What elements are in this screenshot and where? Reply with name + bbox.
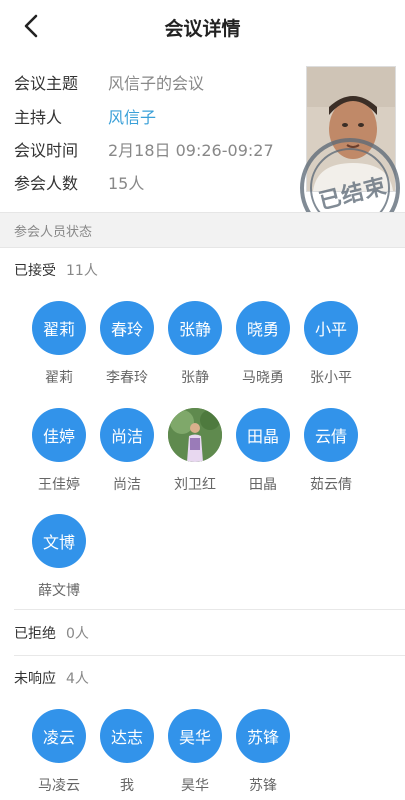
accepted-header: 已接受 11人 <box>14 260 98 280</box>
attendee[interactable]: 田晶 田晶 <box>229 408 297 494</box>
attendee-avatar: 佳婷 <box>32 408 86 462</box>
host-label: 主持人 <box>14 108 63 127</box>
attendee-name: 张小平 <box>310 370 352 386</box>
attendee-photo-avatar <box>168 408 222 462</box>
attendee-name: 茹云倩 <box>310 477 352 493</box>
time-row: 会议时间 2月18日 09:26-09:27 <box>14 137 274 161</box>
attendee-avatar: 田晶 <box>236 408 290 462</box>
rejected-count: 0人 <box>66 626 89 642</box>
attendee-avatar: 春玲 <box>100 301 154 355</box>
attendee[interactable]: 凌云 马凌云 <box>25 709 93 795</box>
section-title: 参会人员状态 <box>14 225 93 240</box>
attendee-status-header: 参会人员状态 <box>0 212 405 248</box>
attendee-avatar: 张静 <box>168 301 222 355</box>
pending-header: 未响应 4人 <box>14 668 89 688</box>
rejected-label: 已拒绝 <box>14 626 56 642</box>
attendee[interactable]: 刘卫红 <box>161 408 229 494</box>
attendee-avatar: 云倩 <box>304 408 358 462</box>
rejected-header: 已拒绝 0人 <box>14 623 89 643</box>
attendee-avatar: 尚洁 <box>100 408 154 462</box>
attendee[interactable]: 翟莉 翟莉 <box>25 301 93 387</box>
person-photo-icon <box>168 408 222 462</box>
attendee-name: 刘卫红 <box>174 477 216 493</box>
time-label: 会议时间 <box>14 141 79 160</box>
top-bar: 会议详情 <box>0 0 405 53</box>
attendee-name: 马凌云 <box>38 778 80 794</box>
attendee-avatar: 达志 <box>100 709 154 763</box>
attendee-name: 马晓勇 <box>242 370 284 386</box>
attendee-avatar: 昊华 <box>168 709 222 763</box>
attendee-name: 王佳婷 <box>38 477 80 493</box>
attendee-name: 李春玲 <box>106 370 148 386</box>
attendee[interactable]: 佳婷 王佳婷 <box>25 408 93 494</box>
divider <box>14 609 405 610</box>
attendee-avatar: 苏锋 <box>236 709 290 763</box>
attendee-avatar: 翟莉 <box>32 301 86 355</box>
attendee[interactable]: 春玲 李春玲 <box>93 301 161 387</box>
host-link[interactable]: 风信子 <box>108 104 156 128</box>
accepted-count: 11人 <box>66 263 98 279</box>
attendee[interactable]: 张静 张静 <box>161 301 229 387</box>
count-label: 参会人数 <box>14 174 79 193</box>
attendee-name: 我 <box>120 778 134 794</box>
attendee-name: 田晶 <box>249 477 277 493</box>
page-title: 会议详情 <box>164 18 241 40</box>
attendee-avatar: 凌云 <box>32 709 86 763</box>
topic-row: 会议主题 风信子的会议 <box>14 70 204 94</box>
attendee-name: 苏锋 <box>249 778 277 794</box>
pending-label: 未响应 <box>14 671 56 687</box>
attendee-name: 张静 <box>181 370 209 386</box>
host-row: 主持人 风信子 <box>14 104 156 128</box>
count-row: 参会人数 15人 <box>14 170 144 194</box>
pending-count: 4人 <box>66 671 89 687</box>
attendee[interactable]: 文博 薛文博 <box>25 514 93 600</box>
divider <box>14 655 405 656</box>
count-value: 15人 <box>108 174 145 193</box>
attendee-avatar: 小平 <box>304 301 358 355</box>
attendee[interactable]: 苏锋 苏锋 <box>229 709 297 795</box>
attendee-name: 薛文博 <box>38 583 80 599</box>
attendee[interactable]: 云倩 茹云倩 <box>297 408 365 494</box>
accepted-label: 已接受 <box>14 263 56 279</box>
attendee[interactable]: 昊华 昊华 <box>161 709 229 795</box>
attendee-avatar: 晓勇 <box>236 301 290 355</box>
attendee-avatar: 文博 <box>32 514 86 568</box>
attendee[interactable]: 达志 我 <box>93 709 161 795</box>
attendee[interactable]: 尚洁 尚洁 <box>93 408 161 494</box>
attendee-name: 翟莉 <box>45 370 73 386</box>
attendee-name: 尚洁 <box>113 477 141 493</box>
time-value: 2月18日 09:26-09:27 <box>108 141 274 160</box>
topic-label: 会议主题 <box>14 74 79 93</box>
attendee[interactable]: 小平 张小平 <box>297 301 365 387</box>
topic-value: 风信子的会议 <box>108 74 205 93</box>
attendee[interactable]: 晓勇 马晓勇 <box>229 301 297 387</box>
attendee-name: 昊华 <box>181 778 209 794</box>
